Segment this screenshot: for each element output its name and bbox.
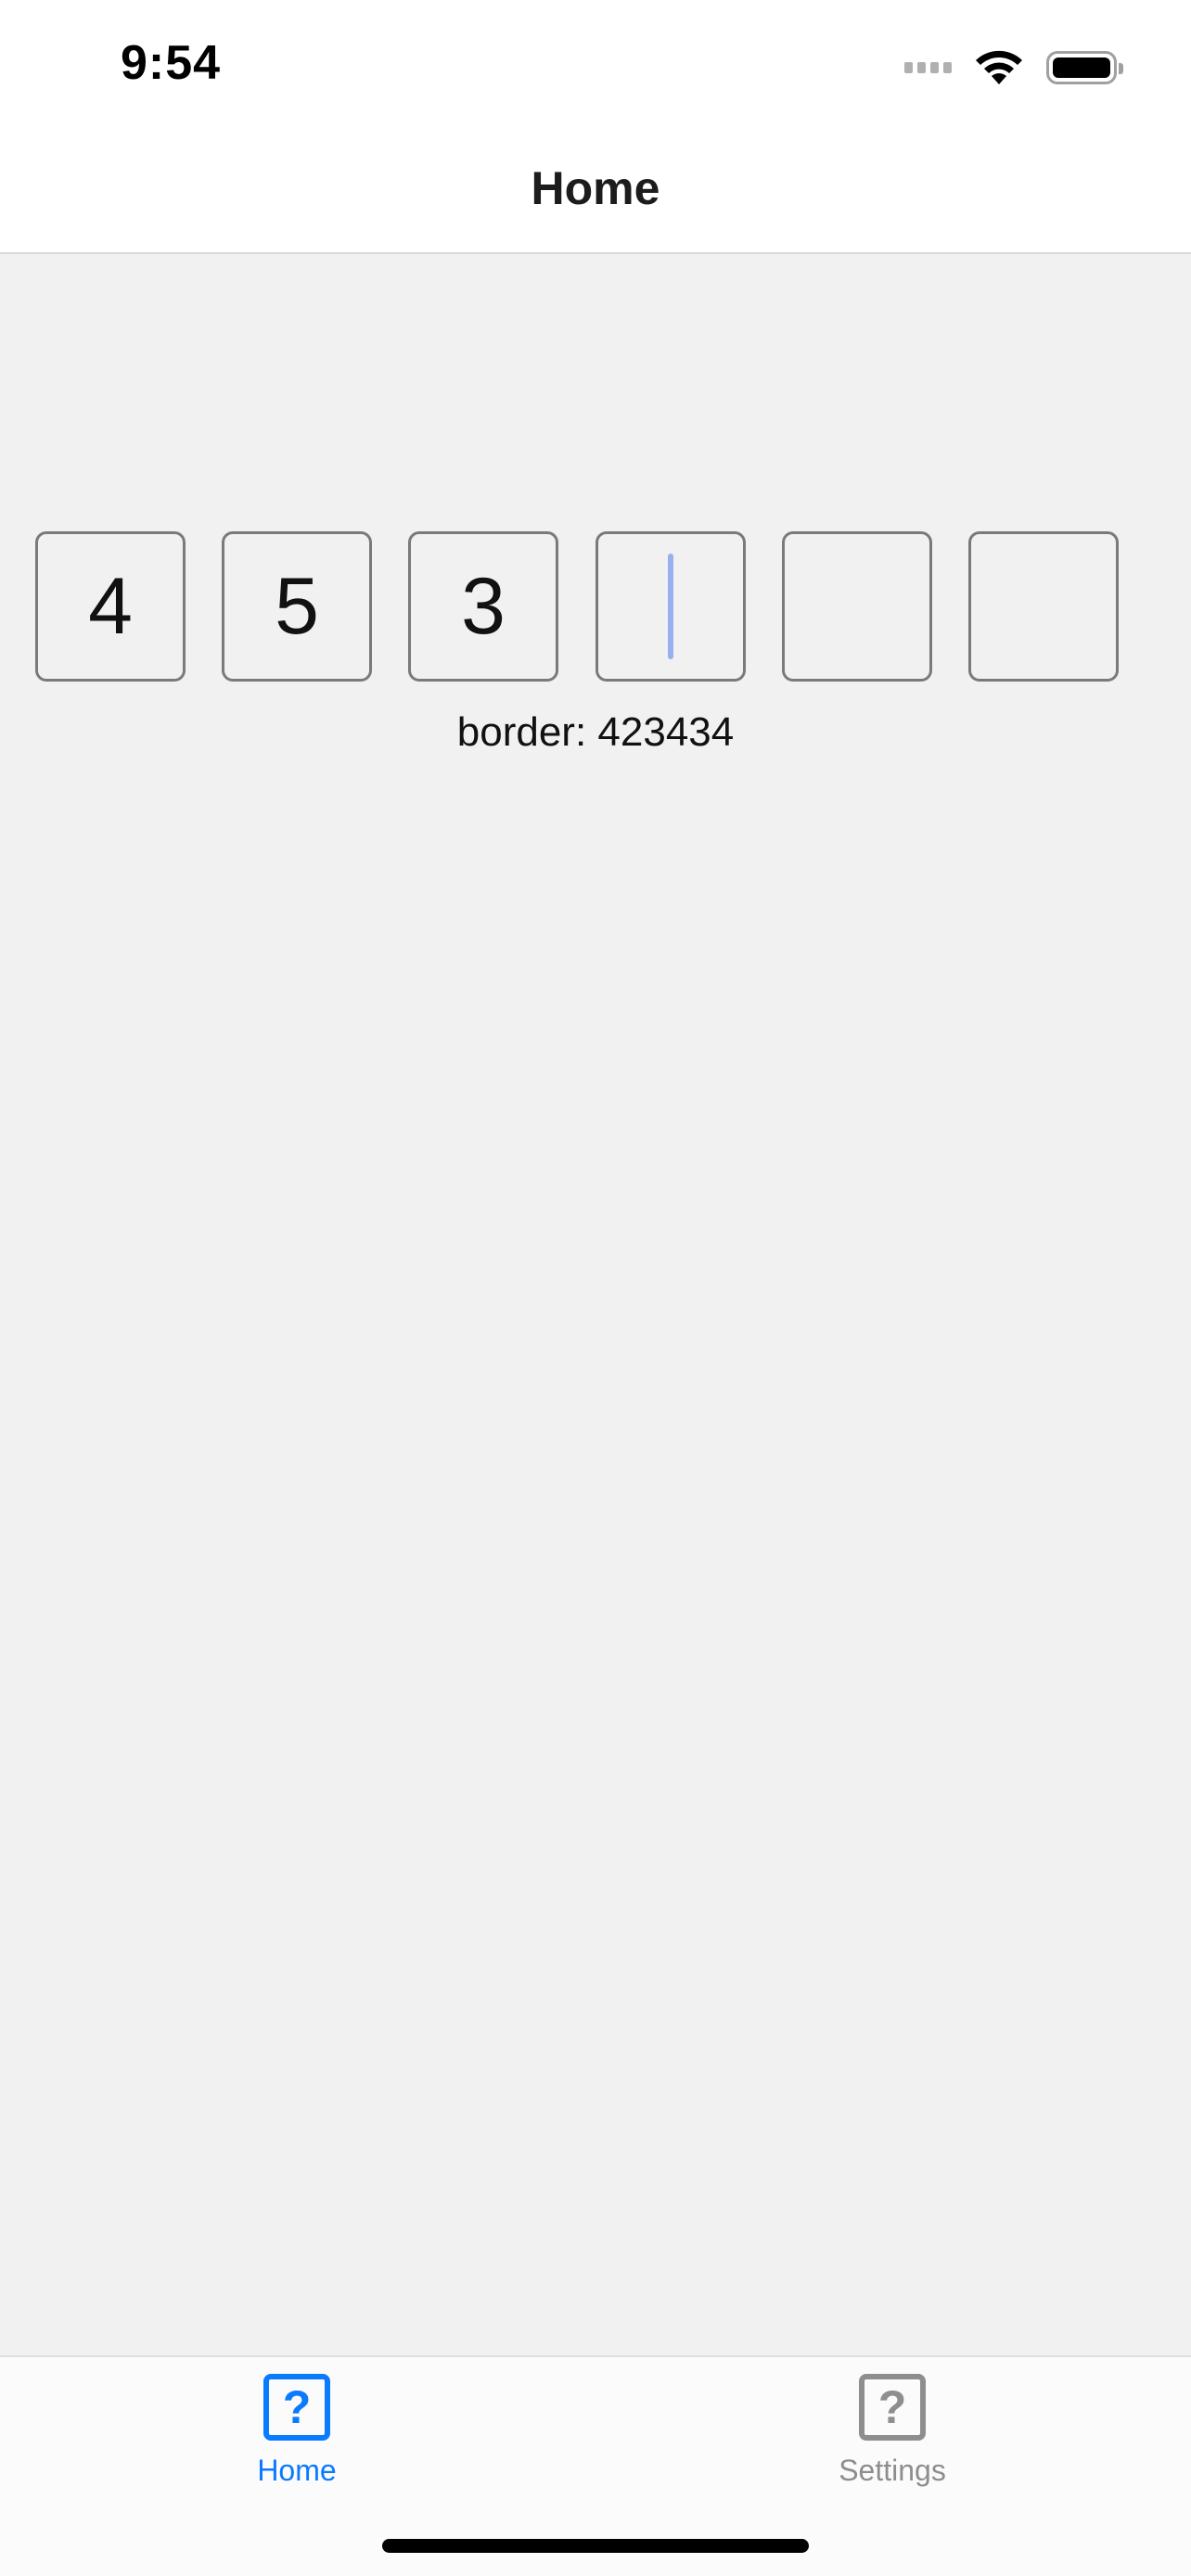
tab-settings-label: Settings [839,2454,946,2487]
cellular-signal-icon [904,62,952,73]
page-title: Home [531,162,660,214]
wifi-icon [976,50,1022,84]
otp-digit-6[interactable] [968,531,1119,682]
otp-digit-2[interactable]: 5 [222,531,372,682]
tab-home[interactable]: ? Home [176,2374,417,2513]
battery-icon [1046,51,1123,84]
tab-home-label: Home [257,2454,337,2487]
otp-digit-3[interactable]: 3 [408,531,558,682]
status-time: 9:54 [121,36,222,90]
question-square-icon: ? [263,2374,330,2441]
home-indicator[interactable] [382,2539,809,2553]
tab-settings[interactable]: ? Settings [772,2374,1013,2513]
navigation-bar: Home [0,130,1191,254]
text-cursor [668,554,673,659]
otp-input-row: 4 5 3 [35,531,1158,685]
status-bar: 9:54 [0,0,1191,130]
question-square-icon: ? [859,2374,926,2441]
otp-digit-1[interactable]: 4 [35,531,186,682]
otp-digit-5[interactable] [782,531,932,682]
status-icons [904,45,1123,91]
otp-caption: border: 423434 [456,709,735,755]
otp-digit-4[interactable] [596,531,746,682]
